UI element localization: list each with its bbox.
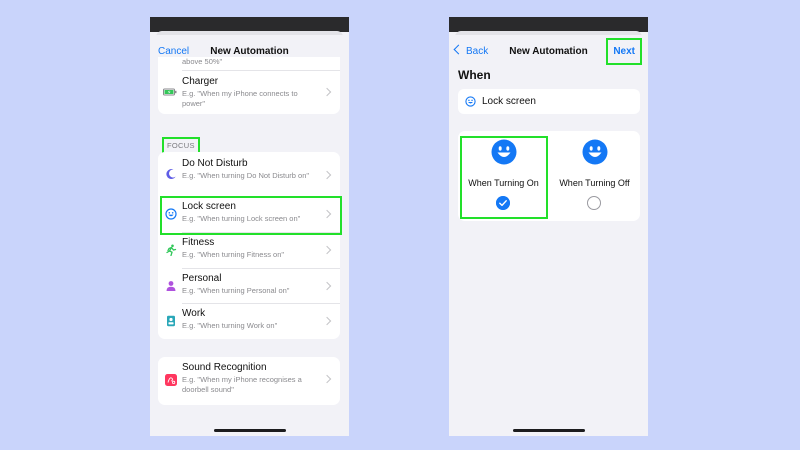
focus-item-fitness[interactable]: Fitness E.g. "When turning Fitness on" xyxy=(158,232,340,268)
home-indicator xyxy=(512,429,585,432)
running-figure-icon xyxy=(166,244,177,256)
chevron-right-icon xyxy=(322,87,332,97)
focus-item-subtitle: E.g. "When turning Personal on" xyxy=(182,286,290,295)
lock-screen-highlight xyxy=(160,196,342,235)
left-phone-screen: Cancel New Automation above 50%" Charger… xyxy=(150,17,349,436)
sound-recognition-icon xyxy=(165,374,177,386)
focus-item-title: Fitness xyxy=(182,237,215,248)
charger-subtitle: E.g. "When my iPhone connects to power" xyxy=(182,89,298,108)
focus-item-title: Work xyxy=(182,308,206,319)
chevron-right-icon xyxy=(322,374,332,384)
charger-row[interactable]: Charger E.g. "When my iPhone connects to… xyxy=(158,70,340,114)
focus-list: Do Not Disturb E.g. "When turning Do Not… xyxy=(158,152,340,339)
right-phone-screen: Back New Automation Next When Lock scree… xyxy=(449,17,648,436)
focus-item-title: Personal xyxy=(182,273,222,284)
focus-item-subtitle: E.g. "When turning Work on" xyxy=(182,321,278,330)
chevron-right-icon xyxy=(322,281,332,291)
smiley-icon xyxy=(465,96,476,107)
empty-radio-icon xyxy=(587,196,601,210)
power-card: above 50%" Charger E.g. "When my iPhone … xyxy=(158,57,340,114)
person-icon xyxy=(166,281,176,291)
focus-item-do-not-disturb[interactable]: Do Not Disturb E.g. "When turning Do Not… xyxy=(158,152,340,196)
status-bar xyxy=(449,17,648,32)
sound-recognition-card: Sound Recognition E.g. "When my iPhone r… xyxy=(158,357,340,405)
clipped-subtitle: above 50%" xyxy=(182,57,223,66)
selected-focus-field: Lock screen xyxy=(458,89,640,114)
selected-focus-name: Lock screen xyxy=(482,96,536,107)
focus-item-subtitle: E.g. "When turning Fitness on" xyxy=(182,250,285,259)
sound-recognition-title: Sound Recognition xyxy=(182,362,267,373)
chevron-right-icon xyxy=(322,170,332,180)
turning-on-highlight xyxy=(460,136,548,219)
when-heading: When xyxy=(458,68,491,82)
nav-title: New Automation xyxy=(210,46,289,57)
id-badge-icon xyxy=(167,315,175,327)
chevron-right-icon xyxy=(322,245,332,255)
smiley-icon xyxy=(582,139,608,165)
focus-item-work[interactable]: Work E.g. "When turning Work on" xyxy=(158,303,340,339)
focus-item-personal[interactable]: Personal E.g. "When turning Personal on" xyxy=(158,268,340,303)
chevron-right-icon xyxy=(322,316,332,326)
home-indicator xyxy=(213,429,286,432)
focus-item-title: Do Not Disturb xyxy=(182,158,248,169)
charger-title: Charger xyxy=(182,76,219,87)
status-bar xyxy=(150,17,349,32)
sound-recognition-row[interactable]: Sound Recognition E.g. "When my iPhone r… xyxy=(158,357,340,405)
battery-icon xyxy=(163,88,177,96)
option-when-turning-off[interactable]: When Turning Off xyxy=(549,131,640,221)
sound-recognition-subtitle: E.g. "When my iPhone recognises a doorbe… xyxy=(182,375,302,394)
focus-item-subtitle: E.g. "When turning Do Not Disturb on" xyxy=(182,171,310,180)
next-button[interactable]: Next xyxy=(606,38,642,65)
moon-icon xyxy=(166,169,176,180)
option-label: When Turning Off xyxy=(559,178,630,188)
